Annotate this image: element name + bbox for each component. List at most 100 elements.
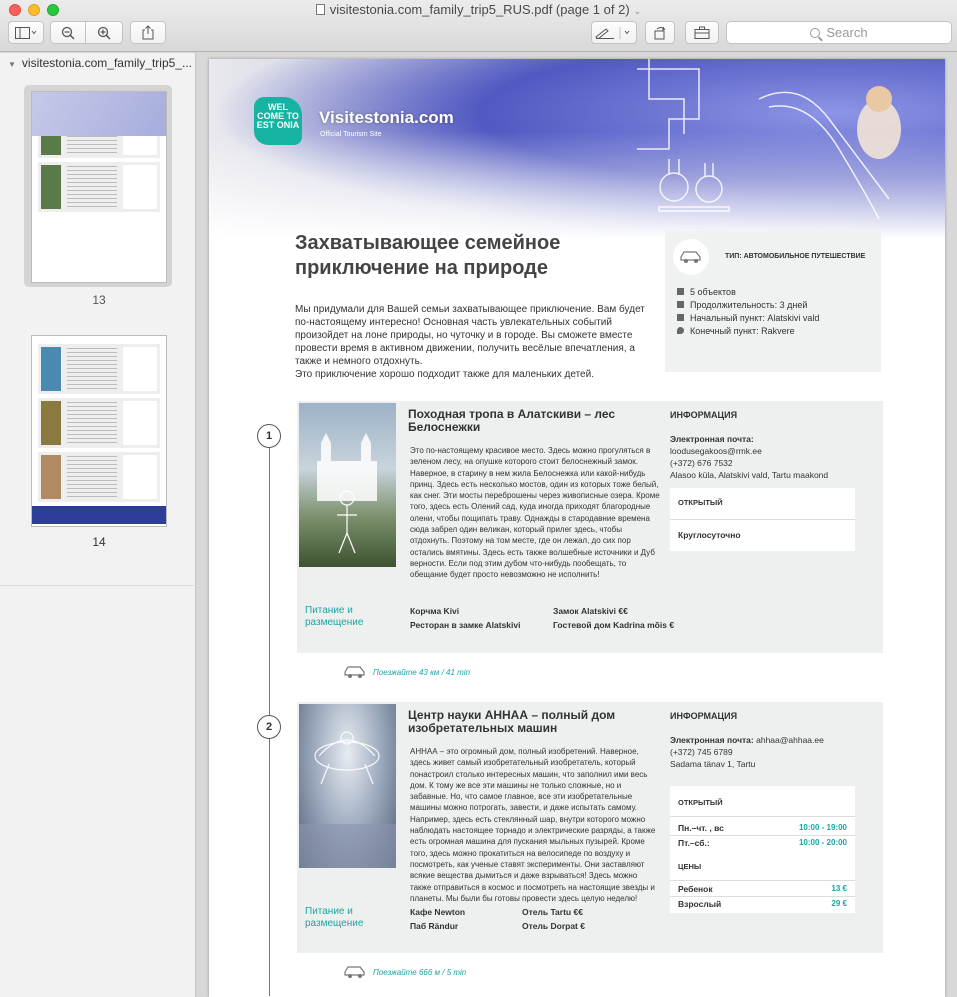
food-item: Ресторан в замке Alatskivi [410, 620, 521, 630]
info-heading: ИНФОРМАЦИЯ [670, 711, 738, 721]
search-placeholder: Search [826, 25, 868, 40]
sidebar-document-name: visitestonia.com_family_trip5_... [21, 56, 192, 70]
window-titlebar: visitestonia.com_family_trip5_RUS.pdf (p… [0, 0, 957, 52]
science-center-illustration [299, 731, 396, 868]
zoom-in-button[interactable] [85, 21, 123, 44]
food-item: Паб Rändur [410, 921, 459, 931]
window-title: visitestonia.com_family_trip5_RUS.pdf (p… [329, 2, 630, 17]
hours-time: 10:00 - 19:00 [798, 823, 847, 832]
page-title: Захватывающее семейное приключение на пр… [295, 232, 561, 279]
trip-end: Конечный пункт: Rakvere [690, 326, 795, 336]
start-point-icon [677, 314, 684, 321]
markup-button[interactable] [591, 21, 637, 44]
zoom-out-button[interactable] [50, 21, 86, 44]
castle-photo [299, 403, 396, 567]
hours-time: 10:00 - 20:00 [798, 838, 847, 847]
search-input[interactable]: Search [726, 21, 952, 44]
chevron-down-icon[interactable]: ⌄ [634, 6, 642, 16]
address: Alasoo küla, Alatskivi vald, Tartu maako… [670, 470, 829, 480]
page-thumbnail-14[interactable] [31, 335, 167, 527]
page-thumbnail-13[interactable] [31, 91, 167, 283]
car-icon-circle [673, 239, 709, 275]
trip-duration: Продолжительность: 3 дней [690, 300, 808, 310]
toolbox-icon [694, 26, 710, 39]
intro-paragraph: Мы придумали для Вашей семьи захватывающ… [295, 304, 645, 380]
email-label: Электронная почта: [670, 735, 754, 745]
stop-description: АННАА – это огромный дом, полный изобрет… [410, 747, 656, 903]
food-item: Кафе Newton [410, 907, 466, 917]
hours-day: Пт.–сб.: [678, 838, 710, 848]
duration-icon [677, 301, 684, 308]
pdf-page: WEL COME TO EST ONIA Visitestonia.com Of… [209, 59, 945, 997]
window-title-area[interactable]: visitestonia.com_family_trip5_RUS.pdf (p… [0, 2, 957, 17]
info-heading: ИНФОРМАЦИЯ [670, 410, 738, 420]
document-viewer[interactable]: WEL COME TO EST ONIA Visitestonia.com Of… [197, 53, 957, 997]
open-label: ОТКРЫТЫЙ [678, 798, 723, 807]
stop-description: Это по-настоящему красивое место. Здесь … [410, 446, 660, 580]
sidebar-divider [0, 585, 196, 586]
food-item: Корчма Kivi [410, 606, 460, 616]
zoom-in-icon [97, 26, 111, 40]
search-icon [810, 27, 821, 38]
stop-card-ahhaa: Центр науки АННАА – полный дом изобретат… [297, 702, 883, 953]
email-row: Электронная почта: ahhaa@ahhaa.ee [670, 735, 824, 745]
brand-subtitle: Official Tourism Site [320, 131, 382, 138]
disclosure-triangle-icon[interactable]: ▼ [8, 60, 16, 69]
food-item: Отель Dorpat € [522, 921, 585, 931]
stop-title: Походная тропа в Алатскиви – лес Белосне… [408, 407, 616, 434]
food-item: Отель Tartu €€ [522, 907, 583, 917]
prices-label: ЦЕНЫ [678, 862, 702, 871]
zoom-out-icon [61, 26, 75, 40]
toolbox-button[interactable] [685, 21, 719, 44]
rotate-button[interactable] [645, 21, 675, 44]
drive-distance: Поезжайте 666 м / 5 min [373, 968, 467, 977]
opening-hours-box: ОТКРЫТЫЙ Пн.–чт. , вс 10:00 - 19:00 Пт.–… [670, 786, 855, 913]
car-icon [344, 666, 365, 678]
lab-illustration [637, 59, 901, 220]
share-icon [142, 25, 154, 40]
trip-facts-list: 5 объектов Продолжительность: 3 дней Нач… [677, 286, 819, 338]
objects-icon [677, 288, 684, 295]
food-lodging-heading: Питание и размещение [305, 605, 364, 628]
trip-start: Начальный пункт: Alatskivi vald [690, 313, 820, 323]
share-button[interactable] [130, 21, 166, 44]
hours-day: Пн.–чт. , вс [678, 823, 724, 833]
email-link[interactable]: ahhaa@ahhaa.ee [756, 735, 824, 745]
open-label: ОТКРЫТЫЙ [678, 498, 723, 507]
science-center-photo [299, 704, 396, 868]
email-label: Электронная почта: [670, 434, 754, 444]
opening-hours-box: ОТКРЫТЫЙ Круглосуточно [670, 488, 855, 551]
sidebar-icon [15, 26, 37, 39]
sidebar-document-header[interactable]: ▼ visitestonia.com_family_trip5_... [8, 56, 192, 70]
thumbnail-sidebar[interactable]: ▼ visitestonia.com_family_trip5_... 13 14 [0, 53, 196, 997]
email-link[interactable]: loodusegakoos@rmk.ee [670, 446, 762, 456]
page-thumbnail-label: 14 [92, 535, 106, 549]
price-value: 13 € [831, 884, 847, 893]
hero-banner-image: WEL COME TO EST ONIA Visitestonia.com Of… [209, 59, 945, 239]
castle-illustration [317, 433, 377, 554]
phone-number: (+372) 676 7532 [670, 458, 733, 468]
food-item: Гостевой дом Kadrina mõis € [553, 620, 675, 630]
sidebar-toggle-button[interactable] [8, 21, 44, 44]
stop-number-badge: 1 [257, 424, 281, 448]
food-item: Замок Alatskivi €€ [553, 606, 628, 616]
stop-number-badge: 2 [257, 715, 281, 739]
welcome-to-estonia-logo: WEL COME TO EST ONIA [254, 97, 302, 145]
drive-distance: Поезжайте 43 км / 41 min [373, 668, 471, 677]
rotate-icon [654, 26, 666, 39]
price-value: 29 € [831, 899, 847, 908]
brand-name: Visitestonia.com [319, 108, 454, 127]
address: Sadama tänav 1, Tartu [670, 759, 756, 769]
trip-type: ТИП: АВТОМОБИЛЬНОЕ ПУТЕШЕСТВИЕ [725, 253, 866, 260]
car-icon [680, 251, 701, 263]
hours-value: Круглосуточно [678, 530, 741, 540]
document-icon [315, 4, 325, 15]
trip-objects: 5 объектов [690, 287, 736, 297]
food-lodging-heading: Питание и размещение [305, 906, 364, 929]
stop-card-alatskivi: Походная тропа в Алатскиви – лес Белосне… [297, 401, 883, 653]
trip-summary-box: ТИП: АВТОМОБИЛЬНОЕ ПУТЕШЕСТВИЕ 5 объекто… [665, 231, 881, 372]
stop-title: Центр науки АННАА – полный дом изобретат… [408, 708, 616, 735]
price-who: Взрослый [678, 899, 722, 909]
price-who: Ребенок [678, 884, 713, 894]
end-point-icon [677, 327, 684, 334]
